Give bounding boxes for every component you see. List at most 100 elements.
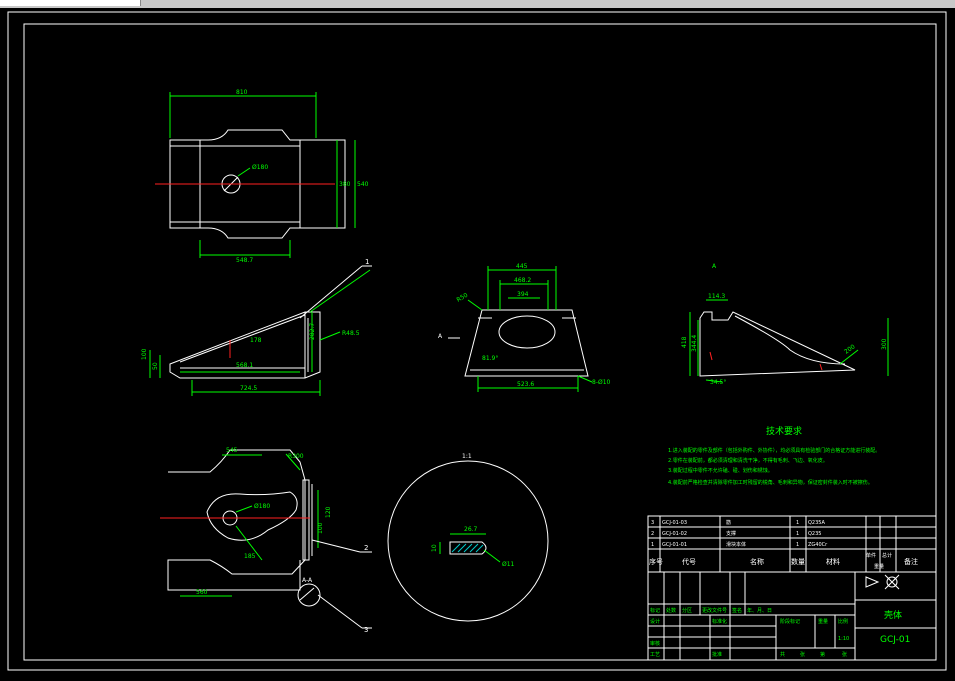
tb-drawing-no: GCJ-01 bbox=[880, 635, 910, 645]
tb-approve: 批准 bbox=[712, 651, 722, 658]
section-title: A-A bbox=[302, 577, 313, 584]
bom-row-2-qty: 1 bbox=[796, 531, 799, 537]
bom-header-total: 总计 bbox=[882, 552, 892, 559]
tech-item-1: 1.进入装配的零件及部件（包括外购件、外协件），均必须具有检验部门的合格证方能进… bbox=[668, 447, 880, 454]
bom-rows: 3 GCJ-01-03 筋 1 Q235A 2 GCJ-01-02 支撑 1 Q… bbox=[651, 519, 828, 548]
bom-header-code: 代号 bbox=[682, 557, 696, 566]
bom-header: 序号 代号 名称 数量 材料 单件 总计 重量 备注 bbox=[649, 552, 918, 570]
drawing-frame bbox=[7, 11, 947, 671]
tech-item-3: 3.装配过程中零件不允许磕、碰、划伤和锈蚀。 bbox=[668, 467, 773, 474]
right-view-centerline bbox=[709, 351, 823, 371]
cad-drawing-canvas[interactable]: 810 380 540 548.7 Ø180 724.5 568.1 282.7… bbox=[0, 8, 955, 681]
dim-front-angle: 81.9° bbox=[482, 355, 498, 362]
bom-row-2-name: 支撑 bbox=[726, 530, 736, 537]
dim-right-top: 114.3 bbox=[708, 293, 725, 300]
bom-row-1-material: ZG40Cr bbox=[808, 542, 828, 548]
bom-header-no: 序号 bbox=[649, 557, 663, 566]
dim-side-h1: 100 bbox=[141, 348, 148, 360]
bom-header-name: 名称 bbox=[750, 557, 764, 566]
dim-right-h3: 300 bbox=[881, 338, 888, 350]
tb-standard: 标准化 bbox=[712, 618, 727, 625]
bom-row-1-name: 滑块本体 bbox=[726, 541, 746, 548]
bottom-view bbox=[167, 449, 313, 591]
right-view-dim-text: 114.3 418 344.4 300 34.5° 200 bbox=[681, 293, 888, 386]
bom-row-3-material: Q235A bbox=[808, 520, 825, 526]
dim-top-height-inner: 380 bbox=[339, 181, 351, 188]
dim-bottom-hole: Ø180 bbox=[254, 503, 270, 510]
tb-of: 第 bbox=[820, 651, 825, 658]
tech-title: 技术要求 bbox=[766, 425, 802, 437]
detail-dims bbox=[439, 533, 501, 563]
dim-side-length: 724.5 bbox=[240, 385, 257, 392]
dim-bottom-dim3: 120 bbox=[325, 506, 332, 518]
dim-top-width: 810 bbox=[236, 89, 248, 96]
bom-row-3-name: 筋 bbox=[726, 519, 731, 526]
front-view-dims bbox=[467, 266, 593, 392]
dim-front-bottom: 523.6 bbox=[517, 381, 534, 388]
tb-sheet2: 张 bbox=[842, 651, 847, 658]
tb-process: 工艺 bbox=[650, 652, 660, 658]
tb-label-change: 更改文件号 bbox=[702, 607, 727, 614]
tech-item-2: 2.零件在装配前，都必须清理和清洗干净，不得有毛刺、飞边、氧化皮。 bbox=[668, 457, 828, 464]
dim-right-h1: 418 bbox=[681, 336, 688, 348]
dim-top-height-outer: 540 bbox=[357, 181, 369, 188]
tb-designer: 设计 bbox=[650, 618, 660, 625]
bom-header-qty: 数量 bbox=[791, 557, 805, 566]
balloon-2: 2 bbox=[364, 544, 368, 552]
dim-detail-w: 26.7 bbox=[464, 526, 478, 533]
bom-row-3-qty: 1 bbox=[796, 520, 799, 526]
balloon-2-leader bbox=[311, 539, 372, 553]
view-a-arrow-label: A bbox=[438, 333, 443, 340]
tech-requirements: 技术要求 1.进入装配的零件及部件（包括外购件、外协件），均必须具有检验部门的合… bbox=[668, 425, 880, 486]
section-a-a bbox=[297, 583, 372, 629]
balloon-1: 1 bbox=[365, 258, 369, 266]
dim-bottom-len: 560 bbox=[196, 589, 208, 596]
dim-bottom-dim2: 100 bbox=[317, 522, 324, 534]
dim-side-r: R48.5 bbox=[342, 330, 360, 337]
detail-scale: 1:1 bbox=[462, 453, 472, 460]
tb-scale-label: 比例 bbox=[838, 618, 848, 625]
command-input[interactable] bbox=[0, 0, 141, 6]
bom-row-1-qty: 1 bbox=[796, 542, 799, 548]
bom-row-3-no: 3 bbox=[651, 520, 654, 526]
bom-header-remark: 备注 bbox=[904, 557, 918, 566]
bom-row-2-material: Q235 bbox=[808, 531, 821, 537]
front-view bbox=[464, 309, 589, 377]
side-view-dims bbox=[149, 269, 371, 396]
dim-top-hole: Ø180 bbox=[252, 164, 268, 171]
tb-label-zone: 分区 bbox=[682, 607, 692, 614]
dim-right-len: 200 bbox=[843, 343, 857, 355]
tb-weight: 重量 bbox=[818, 618, 828, 625]
dim-front-r: R50 bbox=[456, 292, 470, 304]
dim-front-inner1: 468.2 bbox=[514, 277, 531, 284]
detail-dim-text: 26.7 10 Ø11 bbox=[431, 526, 515, 568]
balloon-3: 3 bbox=[364, 626, 368, 634]
dim-top-bottom: 548.7 bbox=[236, 257, 253, 264]
top-view-dims bbox=[169, 92, 356, 258]
dim-side-b: 178 bbox=[250, 337, 262, 344]
dim-side-a: 282.7 bbox=[309, 323, 316, 340]
tb-part-name: 壳体 bbox=[884, 609, 902, 621]
bom-header-material: 材料 bbox=[826, 557, 840, 566]
tb-label-date: 年、月、日 bbox=[747, 607, 772, 614]
bottom-view-dims bbox=[180, 453, 319, 597]
dim-front-top: 445 bbox=[516, 263, 528, 270]
right-view bbox=[699, 311, 856, 377]
bom-header-single: 单件 bbox=[866, 552, 876, 559]
balloon-1-leader bbox=[299, 265, 372, 319]
dim-bottom-dim1: 185 bbox=[244, 553, 256, 560]
dim-front-holes: 8-Ø10 bbox=[592, 379, 611, 386]
dim-bottom-r: R300 bbox=[288, 453, 304, 460]
bom-row-2-no: 2 bbox=[651, 531, 654, 537]
dim-right-h2: 344.4 bbox=[691, 335, 698, 352]
tb-sheets: 共 bbox=[780, 651, 785, 658]
dim-front-inner2: 394 bbox=[517, 291, 529, 298]
front-view-dim-text: 445 468.2 394 523.6 81.9° 8-Ø10 R50 bbox=[456, 263, 611, 388]
detail-hatch bbox=[451, 543, 484, 553]
tb-label-mark: 标记 bbox=[650, 607, 660, 614]
bom-row-3-code: GCJ-01-03 bbox=[662, 520, 687, 526]
tb-label-count: 处数 bbox=[666, 607, 676, 614]
tb-label-sign: 签名 bbox=[732, 607, 742, 614]
tb-stage: 阶段标记 bbox=[780, 618, 800, 625]
command-bar bbox=[0, 0, 955, 8]
